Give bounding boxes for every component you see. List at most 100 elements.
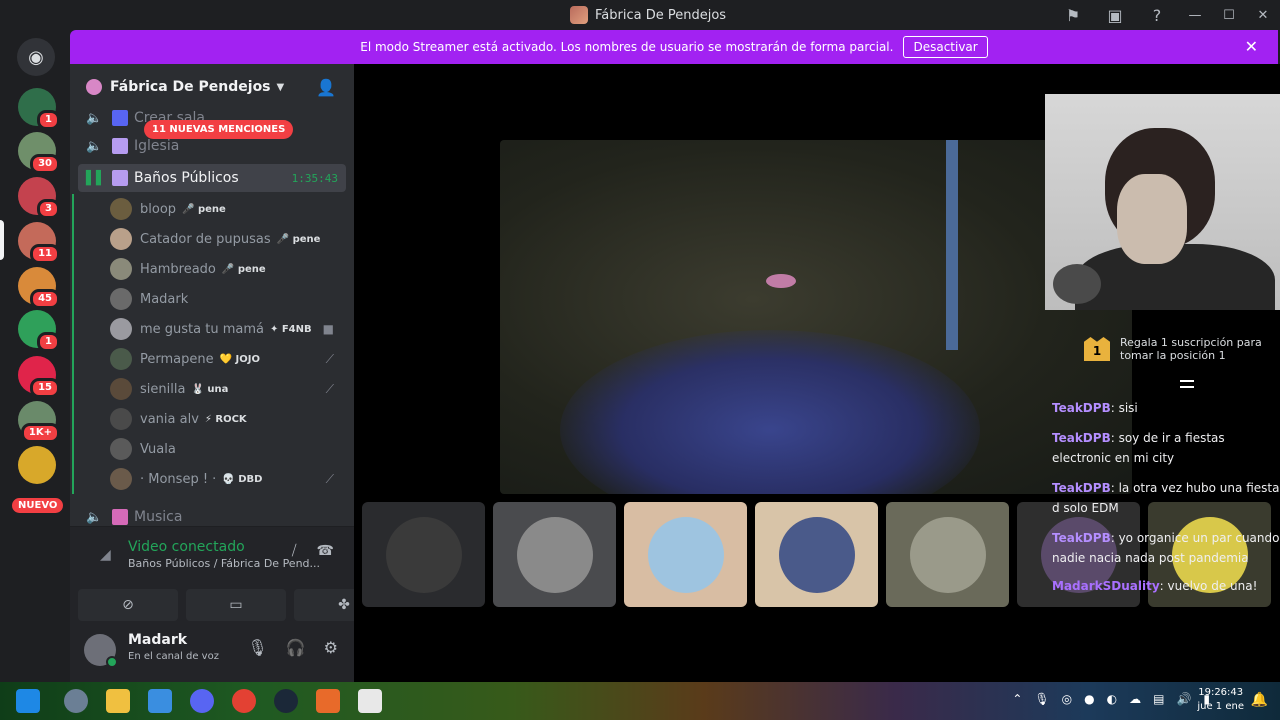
voice-connected-line [72,194,74,494]
participant-tile[interactable] [886,502,1009,607]
user-tag: 💀 DBD [222,473,263,485]
voice-user[interactable]: vania alv ⚡ ROCK [110,406,342,432]
speaker-icon: 🔈 [86,509,103,525]
guild-badge: 15 [30,378,60,398]
voice-user[interactable]: bloop 🎤 pene [110,196,342,222]
guild-list: ◉ 1 30 3 11 45 1 15 1K+ NUEVO [0,30,72,682]
minimize-button[interactable]: — [1178,0,1212,30]
chat-message: TeakDPB: sisi [1052,401,1138,415]
camera-icon: ■ [322,322,334,336]
user-name: me gusta tu mamá [140,321,264,337]
guild-item-9[interactable] [18,446,56,484]
chevron-down-icon: ▼ [276,81,285,93]
network-icon[interactable]: ▤ [1153,692,1164,706]
photos-app-icon[interactable] [148,689,172,713]
guild-item-1[interactable]: 1 [18,88,60,130]
avatar [110,318,132,340]
participant-tile[interactable] [362,502,485,607]
guild-item-7[interactable]: 15 [18,356,60,398]
gear-icon[interactable]: ⚙ [324,638,338,657]
voice-user[interactable]: Hambreado 🎤 pene [110,256,342,282]
deactivate-button[interactable]: Desactivar [903,36,988,58]
voice-user[interactable]: Permapene 💛 JOJO ⟋ [110,346,342,372]
guild-item-2[interactable]: 30 [18,132,60,174]
close-banner-icon[interactable]: ✕ [1245,37,1258,56]
connection-status[interactable]: Video conectado [128,539,245,555]
call-timer: 1:35:43 [291,171,338,185]
toilet-icon [112,170,128,186]
speaker-icon: 🔈 [86,110,103,126]
camera-off-button[interactable]: ⊘ [78,589,178,621]
guild-badge: 1 [37,110,60,130]
guild-item-3[interactable]: 3 [18,177,60,219]
discord-app-icon[interactable] [190,689,214,713]
tray-app-icon[interactable]: ● [1084,692,1094,706]
guild-item-6[interactable]: 1 [18,310,60,352]
user-tag: ✦ F4NB [269,323,312,335]
banner-text: El modo Streamer está activado. Los nomb… [360,40,894,54]
clock[interactable]: 19:26:43 jue 1 ene [1197,686,1244,714]
user-name: sienilla [140,381,186,397]
volume-icon[interactable]: 🔊 [1176,692,1191,706]
guild-badge: 1 [37,332,60,352]
participant-tile[interactable] [493,502,616,607]
promo-text: Regala 1 suscripción para tomar la posic… [1120,336,1262,362]
close-button[interactable]: ✕ [1246,0,1280,30]
channel-banos-publicos[interactable]: ▌▌ Baños Públicos 1:35:43 [78,164,346,192]
voice-user[interactable]: Vuala [110,436,342,462]
maximize-button[interactable]: ☐ [1212,0,1246,30]
main-video[interactable] [500,140,1132,494]
chat-message: TeakDPB: yo organice un par cuando nadie… [1052,531,1280,565]
screen-share-button[interactable]: ▭ [186,589,286,621]
file-explorer-icon[interactable] [106,689,130,713]
microphone-icon[interactable]: 🎙 [1034,692,1049,706]
voice-connection-panel: ◢ Video conectado Baños Públicos / Fábri… [70,526,394,634]
headphones-icon[interactable]: 🎧 [286,638,306,657]
inbox-icon[interactable]: ▣ [1104,4,1126,26]
crown-icon: 1 [1084,337,1110,361]
noise-suppression-icon[interactable]: ⧸ [292,543,297,559]
user-panel: Madark En el canal de voz 🎙 🎧 ⚙ [70,624,354,682]
fl-studio-icon[interactable] [316,689,340,713]
online-status-dot [106,656,118,668]
settings-app-icon[interactable] [64,689,88,713]
user-name: · Monsep ! · [140,471,217,487]
start-icon[interactable] [16,689,40,713]
notification-bell-icon[interactable]: 🔔 [1251,692,1268,708]
chat-message: TeakDPB: la otra vez hubo una fiesta d s… [1052,481,1280,515]
participant-tile[interactable] [624,502,747,607]
voice-user[interactable]: sienilla 🐰 una ⟋ [110,376,342,402]
participant-tile[interactable] [755,502,878,607]
guild-item-8[interactable]: 1K+ [18,401,60,443]
voice-user[interactable]: Madark [110,286,342,312]
video-stage: 1 Regala 1 suscripción para tomar la pos… [354,64,1280,682]
chat-message: MadarkSDuality: vuelvo de una! [1052,579,1258,593]
channel-iglesia[interactable]: 🔈 Iglesia [78,132,346,160]
voice-user[interactable]: · Monsep ! · 💀 DBD ⟋ [110,466,342,492]
voice-user[interactable]: me gusta tu mamá ✦ F4NB ■ [110,316,342,342]
clock-date: jue 1 ene [1197,701,1244,712]
tray-app-icon[interactable]: ◎ [1062,692,1072,706]
help-icon[interactable]: ? [1146,4,1168,26]
guild-item-5[interactable]: 45 [18,267,60,309]
chrome-icon[interactable] [232,689,256,713]
tray-app-icon[interactable]: ◐ [1107,692,1117,706]
chevron-up-icon[interactable]: ⌃ [1012,692,1022,706]
steam-icon[interactable] [274,689,298,713]
speaker-icon: 🔈 [86,138,103,154]
user-panel-status: En el canal de voz [128,651,219,662]
new-badge: NUEVO [12,498,64,513]
guild-item-4[interactable]: 11 [18,222,60,264]
user-tag: 🎤 pene [182,203,226,215]
discord-home-icon[interactable]: ◉ [17,38,55,76]
taskbar: ⌃ 🎙 ◎ ● ◐ ☁ ▤ 🔊 ▮ 19:26:43 jue 1 ene 🔔 [0,682,1280,720]
flag-icon[interactable]: ⚑ [1062,4,1084,26]
cross-icon [112,138,128,154]
add-user-icon[interactable]: 👤 [316,78,336,97]
voice-user[interactable]: Catador de pupusas 🎤 pene [110,226,342,252]
capcut-icon[interactable] [358,689,382,713]
microphone-icon[interactable]: 🎙 [247,638,267,657]
tray-app-icon[interactable]: ☁ [1129,692,1141,706]
disconnect-icon[interactable]: ☎ [317,543,334,559]
user-panel-name[interactable]: Madark [128,632,187,648]
